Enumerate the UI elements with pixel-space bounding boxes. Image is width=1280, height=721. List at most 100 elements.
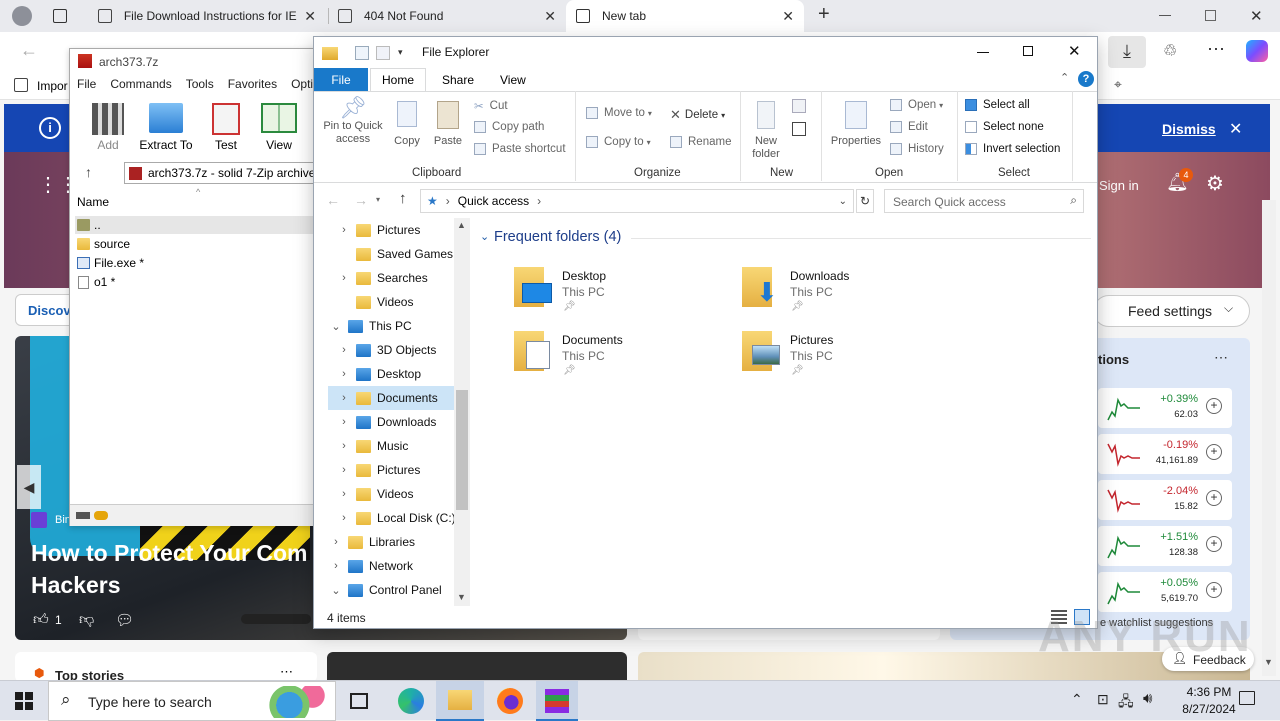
start-button-icon[interactable] (15, 692, 33, 710)
explorer-maximize-icon[interactable] (1023, 46, 1033, 56)
qat-dropdown-icon[interactable]: ▾ (398, 47, 403, 58)
select-none-button[interactable]: Select none (965, 121, 1044, 133)
properties-button[interactable]: Properties (828, 101, 884, 148)
like-icon[interactable]: 👍︎ (33, 611, 49, 629)
file-row-exe[interactable]: File.exe * (75, 254, 144, 272)
refresh-icon[interactable]: ↻ (856, 189, 874, 213)
new-item-icon[interactable] (792, 99, 806, 113)
dismiss-link[interactable]: Dismiss (1162, 121, 1216, 137)
profile-icon[interactable] (12, 6, 32, 26)
stock-row[interactable]: -2.04% 15.82 + (1098, 480, 1232, 520)
address-bar[interactable]: ★ › Quick access › ⌄ (420, 189, 854, 213)
folder-tile-documents[interactable]: Documents This PC 📌︎ (514, 331, 734, 381)
add-to-watchlist-icon[interactable]: + (1206, 490, 1222, 506)
open-button[interactable]: Open ▾ (890, 99, 943, 111)
edge-taskbar-icon[interactable] (398, 688, 424, 714)
file-row-source[interactable]: source (75, 235, 130, 253)
carousel-prev-icon[interactable]: ◀ (17, 465, 41, 509)
pin-icon[interactable]: ⌖ (1114, 76, 1122, 93)
copy-path-button[interactable]: Copy path (474, 121, 544, 133)
nav-up-icon[interactable]: ↑ (399, 190, 407, 207)
winrar-taskbar-icon[interactable] (536, 681, 578, 721)
menu-tools[interactable]: Tools (186, 77, 214, 97)
expanded-chevron-icon[interactable]: ⌄ (328, 320, 344, 333)
expand-chevron-icon[interactable]: › (336, 440, 352, 452)
more-icon[interactable]: ⋯ (1207, 39, 1225, 60)
rename-button[interactable]: Rename (670, 136, 731, 148)
frequent-folders-header[interactable]: Frequent folders (4) (494, 229, 621, 245)
new-folder-button[interactable]: New folder (746, 101, 786, 161)
folder-tile-desktop[interactable]: Desktop This PC 📌︎ (514, 267, 734, 317)
expand-chevron-icon[interactable]: › (336, 512, 352, 524)
file-row-o1[interactable]: o1 * (75, 273, 115, 291)
extract-to-button[interactable]: Extract To (138, 103, 194, 155)
expand-chevron-icon[interactable]: › (336, 368, 352, 380)
file-row-parent[interactable]: .. (75, 216, 315, 234)
explorer-close-icon[interactable]: ✕ (1068, 42, 1081, 60)
ribbon-tab-file[interactable]: File (314, 68, 368, 92)
nav-item[interactable]: › 3D Objects (328, 338, 468, 362)
move-to-button[interactable]: Move to ▾ (586, 107, 652, 119)
menu-file[interactable]: File (77, 77, 96, 97)
paste-shortcut-button[interactable]: Paste shortcut (474, 143, 566, 155)
view-button[interactable]: View (256, 103, 302, 155)
section-collapse-icon[interactable]: ⌄ (480, 230, 489, 243)
comment-icon[interactable]: 💬︎ (115, 611, 134, 629)
scroll-down-icon[interactable]: ▼ (457, 592, 466, 602)
volume-icon[interactable]: 🔊︎ (1143, 690, 1152, 707)
copy-to-button[interactable]: Copy to ▾ (586, 136, 651, 148)
network-status-icon[interactable]: ⊡ (1097, 691, 1109, 708)
add-to-watchlist-icon[interactable]: + (1206, 536, 1222, 552)
file-explorer-taskbar-icon[interactable] (436, 681, 484, 721)
expand-chevron-icon[interactable]: › (336, 272, 352, 284)
pin-to-quick-access-button[interactable]: 📌︎ Pin to Quick access (320, 97, 386, 146)
scroll-up-icon[interactable]: ▲ (457, 220, 466, 230)
stock-row[interactable]: +0.05% 5,619.70 + (1098, 572, 1232, 612)
clock-time[interactable]: 4:36 PM (1173, 685, 1245, 699)
headline-line2[interactable]: Hackers (31, 572, 121, 599)
stock-row[interactable]: +0.39% 62.03 + (1098, 388, 1232, 428)
stock-row[interactable]: -0.19% 41,161.89 + (1098, 434, 1232, 474)
nav-item[interactable]: › Downloads (328, 410, 468, 434)
downloads-icon[interactable]: ⤓ (1108, 36, 1146, 68)
explorer-minimize-icon[interactable] (977, 52, 989, 53)
tab-new-tab[interactable]: New tab ✕ (566, 0, 804, 32)
path-field[interactable]: arch373.7z - solid 7-Zip archive, (124, 162, 320, 184)
network-icon[interactable]: 🖧︎ (1118, 691, 1134, 715)
delete-button[interactable]: ✕ Delete ▾ (670, 107, 725, 123)
close-tab-icon[interactable]: ✕ (304, 8, 316, 25)
expand-chevron-icon[interactable]: › (336, 344, 352, 356)
menu-commands[interactable]: Commands (110, 77, 171, 97)
folder-tile-downloads[interactable]: ⬇ Downloads This PC 📌︎ (742, 267, 962, 317)
tab-404[interactable]: 404 Not Found ✕ (328, 0, 566, 32)
nav-back-icon[interactable]: ← (326, 192, 340, 208)
add-button[interactable]: Add (88, 103, 128, 155)
expand-chevron-icon[interactable]: › (336, 464, 352, 476)
ribbon-tab-view[interactable]: View (500, 73, 526, 87)
address-dropdown-icon[interactable]: ⌄ (839, 196, 847, 207)
expand-chevron-icon[interactable]: › (328, 536, 344, 548)
close-banner-icon[interactable]: ✕ (1229, 119, 1242, 139)
nav-item[interactable]: Saved Games (328, 242, 468, 266)
expand-chevron-icon[interactable]: › (336, 224, 352, 236)
up-folder-icon[interactable]: ↑ (85, 164, 92, 180)
history-button[interactable]: History (890, 143, 944, 155)
close-tab-icon[interactable]: ✕ (544, 8, 556, 25)
select-all-button[interactable]: Select all (965, 99, 1030, 111)
notification-center-icon[interactable] (1239, 691, 1255, 705)
nav-item[interactable]: › Local Disk (C:) (328, 506, 468, 530)
import-favorites-label[interactable]: Impor (37, 79, 68, 93)
add-to-watchlist-icon[interactable]: + (1206, 582, 1222, 598)
scroll-down-icon[interactable]: ▼ (1264, 657, 1273, 667)
nav-item[interactable]: ⌄ This PC (328, 314, 468, 338)
copilot-icon[interactable] (1246, 40, 1268, 62)
show-hidden-icons[interactable]: ⌃ (1071, 691, 1083, 708)
page-scrollbar[interactable] (1262, 200, 1276, 676)
menu-favorites[interactable]: Favorites (228, 77, 277, 97)
clock-date[interactable]: 8/27/2024 (1168, 702, 1250, 716)
nav-item[interactable]: › Desktop (328, 362, 468, 386)
add-to-watchlist-icon[interactable]: + (1206, 398, 1222, 414)
carousel-dots[interactable] (241, 614, 311, 624)
back-icon[interactable]: ← (20, 40, 38, 61)
cut-button[interactable]: ✂ Cut (474, 99, 508, 113)
